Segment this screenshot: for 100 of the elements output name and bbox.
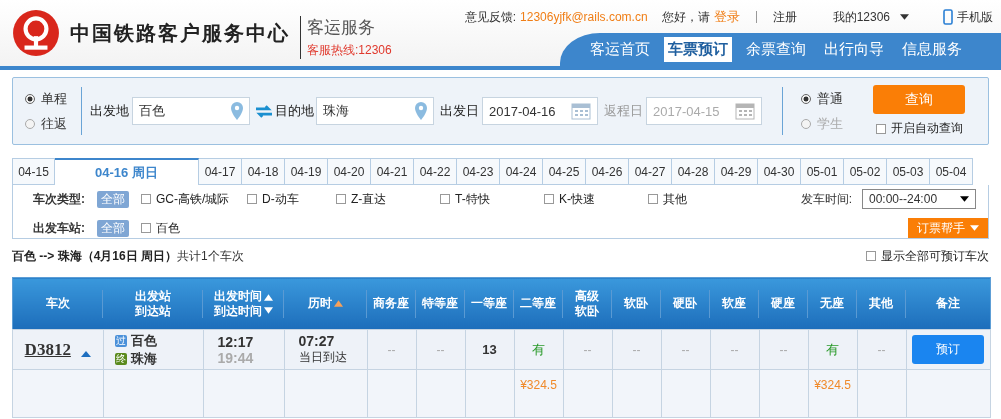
seat-availability: --: [632, 342, 641, 357]
calendar-icon: [735, 102, 755, 120]
train-type-checkbox[interactable]: K-快速: [544, 190, 644, 208]
expand-arrow-icon[interactable]: [80, 350, 91, 357]
column-title: 历时: [307, 296, 332, 311]
date-tab[interactable]: 04-28: [672, 158, 715, 185]
train-type-checkbox[interactable]: 其他: [648, 190, 748, 208]
seat-price: ¥324.5: [520, 378, 557, 392]
column-title: 其他: [869, 296, 893, 311]
depart-time-select[interactable]: 00:00--24:00: [862, 189, 976, 209]
mobile-link[interactable]: 手机版: [957, 8, 993, 26]
site-subtitle: 客运服务: [307, 16, 376, 39]
station-checkbox[interactable]: 百色: [141, 219, 180, 237]
date-tab[interactable]: 04-20: [328, 158, 371, 185]
seat-price: ¥324.5: [814, 378, 851, 392]
train-type-checkbox[interactable]: T-特快: [440, 190, 540, 208]
date-tab[interactable]: 05-03: [887, 158, 930, 185]
account-menu[interactable]: 我的12306: [832, 8, 909, 26]
nav-tab[interactable]: 客运首页: [586, 37, 654, 62]
phone-icon: [943, 9, 953, 25]
depart-time: 12:17: [216, 333, 255, 350]
seat-availability: --: [583, 342, 592, 357]
auto-query-checkbox[interactable]: 开启自动查询: [875, 120, 963, 137]
caret-icon: [960, 196, 969, 202]
to-label: 目的地: [275, 102, 314, 120]
depart-date-label: 出发日: [440, 102, 479, 120]
column-title: 出发站: [134, 288, 171, 304]
date-tab[interactable]: 04-23: [457, 158, 500, 185]
seat-availability: --: [877, 342, 886, 357]
station-name: 百色: [130, 331, 157, 350]
column-title: 一等座: [471, 296, 507, 311]
result-summary: 百色 --> 珠海（4月16日 周日）共计1个车次: [12, 247, 244, 265]
seat-availability: --: [436, 342, 445, 357]
date-tab[interactable]: 04-26: [586, 158, 629, 185]
column-title: 特等座: [422, 296, 458, 311]
duration-text: 07:27: [297, 333, 336, 349]
date-tab[interactable]: 04-30: [758, 158, 801, 185]
date-tab[interactable]: 04-29: [715, 158, 758, 185]
train-type-label: 车次类型:: [33, 190, 86, 208]
site-title: 中国铁路客户服务中心: [70, 20, 290, 46]
return-date-label: 返程日: [604, 102, 643, 120]
date-tab[interactable]: 04-22: [414, 158, 457, 185]
column-title: 硬卧: [673, 296, 697, 311]
column-title: 商务座: [373, 296, 409, 311]
date-tab[interactable]: 04-21: [371, 158, 414, 185]
date-tab[interactable]: 05-02: [844, 158, 887, 185]
station-badge: 终: [114, 352, 127, 365]
date-tab[interactable]: 04-17: [199, 158, 242, 185]
column-title: 软座: [722, 296, 746, 311]
seat-availability: --: [387, 342, 396, 357]
feedback-label: 意见反馈:: [464, 8, 517, 26]
column-title: 高级: [575, 288, 599, 304]
date-tab[interactable]: 04-19: [285, 158, 328, 185]
seat-availability: 有: [826, 341, 839, 357]
column-title: 无座: [820, 296, 844, 311]
calendar-icon: [571, 102, 591, 120]
train-type-checkbox[interactable]: D-动车: [247, 190, 332, 208]
column-title: 软卧: [575, 303, 599, 319]
show-all-checkbox[interactable]: 显示全部可预订车次: [866, 247, 989, 265]
date-tab[interactable]: 05-01: [801, 158, 844, 185]
date-tab[interactable]: 04-15: [12, 158, 55, 185]
greeting-text: 您好，请: [661, 8, 710, 26]
train-type-checkbox[interactable]: GC-高铁/城际: [141, 190, 243, 208]
from-field[interactable]: 百色: [132, 97, 250, 125]
to-field[interactable]: 珠海: [316, 97, 434, 125]
date-tab[interactable]: 04-27: [629, 158, 672, 185]
column-title: 硬座: [771, 296, 795, 311]
station-label: 出发车站:: [33, 219, 86, 237]
date-tab[interactable]: 04-24: [500, 158, 543, 185]
trip-type-radio[interactable]: 单程: [25, 89, 81, 108]
date-tab[interactable]: 04-18: [242, 158, 285, 185]
sort-up-icon[interactable]: [263, 293, 273, 301]
nav-tab[interactable]: 出行向导: [820, 37, 888, 62]
sort-up-icon[interactable]: [333, 300, 343, 307]
nav-tab[interactable]: 信息服务: [898, 37, 966, 62]
nav-tab[interactable]: 余票查询: [742, 37, 810, 62]
seat-availability: --: [681, 342, 690, 357]
book-button[interactable]: 预订: [912, 335, 985, 364]
date-tab[interactable]: 04-25: [543, 158, 586, 185]
depart-date-field[interactable]: 2017-04-16: [482, 97, 598, 125]
caret-icon: [900, 14, 909, 20]
seat-availability: 有: [532, 341, 545, 357]
swap-icon[interactable]: [256, 104, 272, 118]
column-title: 二等座: [520, 296, 556, 311]
nav-tab[interactable]: 车票预订: [664, 37, 732, 62]
column-title: 软卧: [624, 296, 648, 311]
date-tab[interactable]: 04-16 周日: [55, 158, 199, 185]
register-link[interactable]: 注册: [772, 8, 797, 26]
sort-down-icon[interactable]: [263, 306, 273, 314]
passenger-type-radio[interactable]: 普通: [801, 89, 861, 108]
column-title: 出发时间: [213, 288, 262, 304]
arrival-day-text: 当日到达: [297, 349, 348, 366]
location-pin-icon: [231, 102, 243, 120]
train-type-checkbox[interactable]: Z-直达: [336, 190, 436, 208]
date-tab[interactable]: 05-04: [930, 158, 973, 185]
trip-type-radio[interactable]: 往返: [25, 114, 81, 133]
station-name: 珠海: [130, 349, 157, 368]
arrive-time: 19:44: [216, 349, 255, 366]
column-title: 到达站: [134, 303, 171, 319]
from-label: 出发地: [90, 102, 129, 120]
